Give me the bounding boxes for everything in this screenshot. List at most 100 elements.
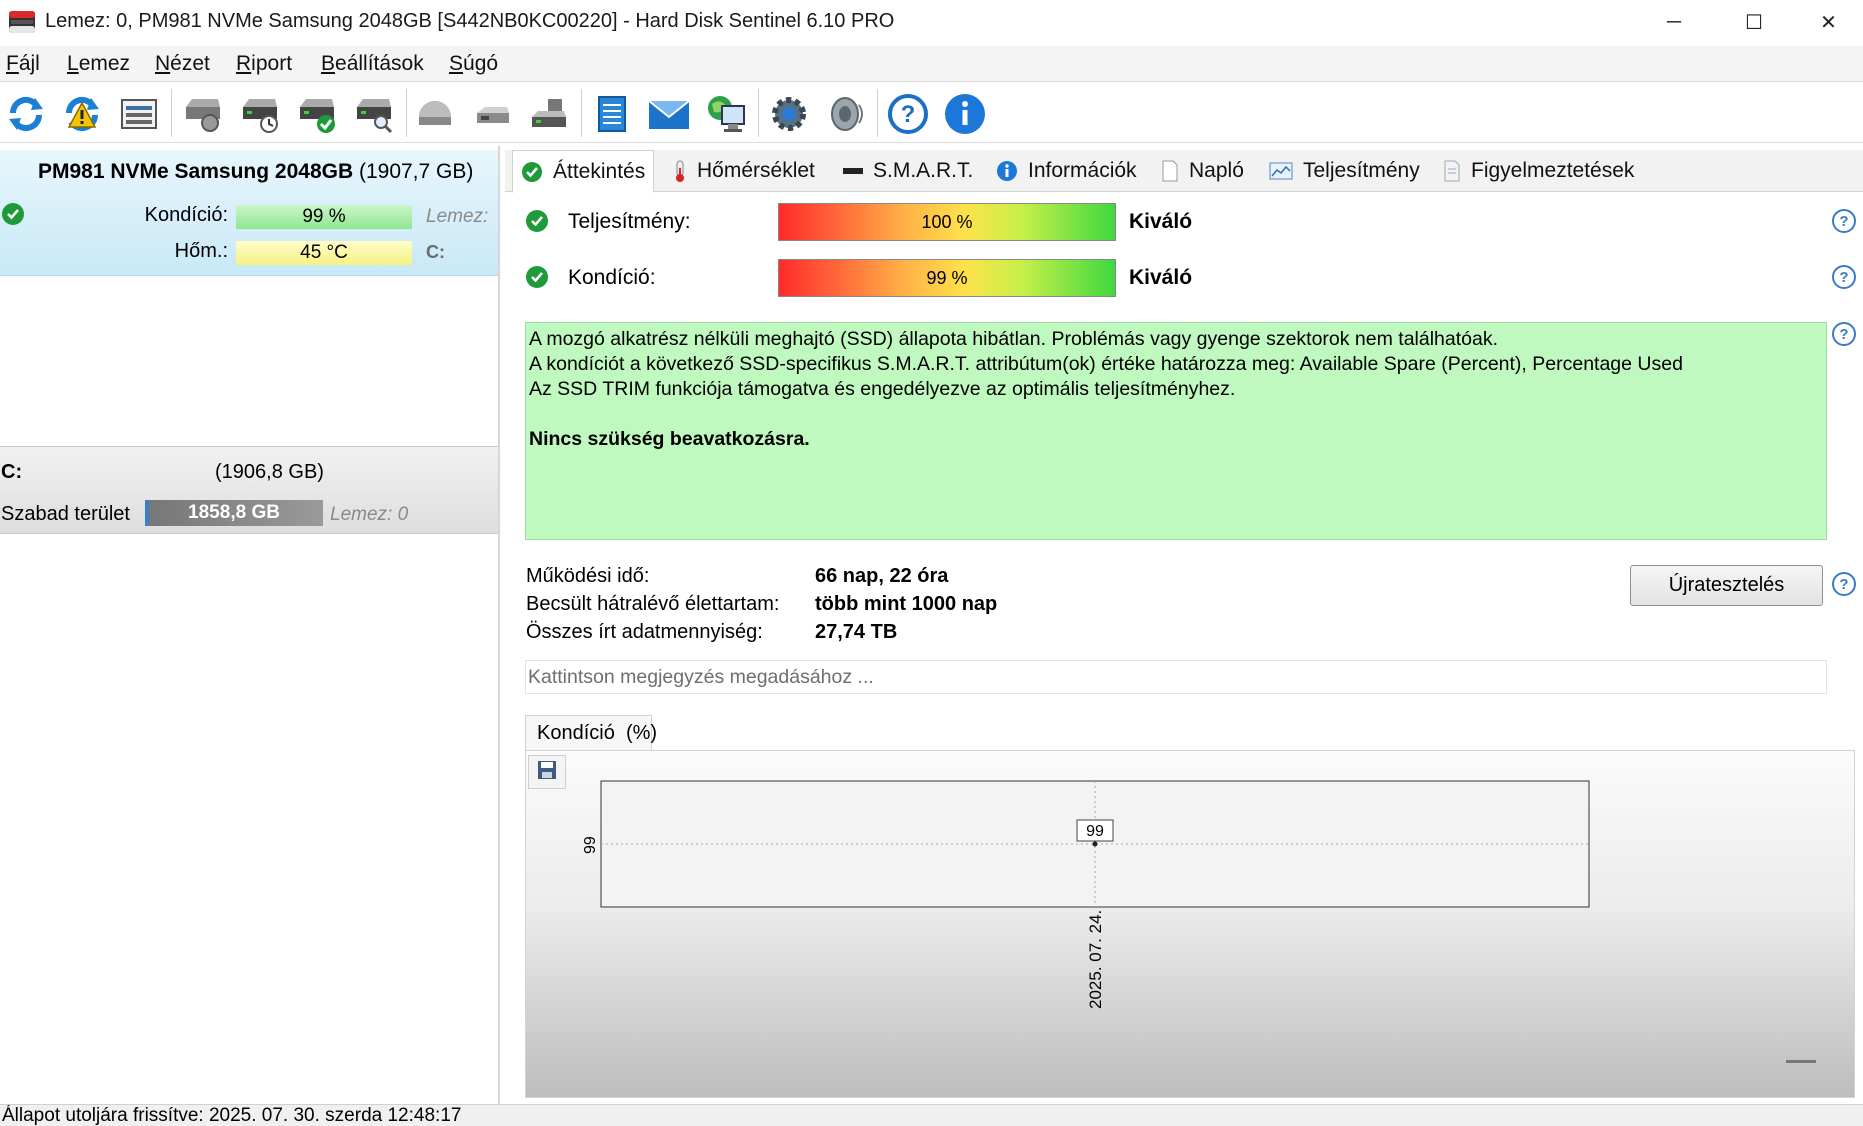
- data-point: [1092, 841, 1098, 847]
- details-panel: Áttekintés Hőmérséklet S.M.A.R.T. Inform…: [505, 146, 1863, 1104]
- alerts-icon: [1443, 160, 1461, 182]
- menu-file[interactable]: Fájl: [6, 52, 40, 76]
- tab-information[interactable]: Információk: [988, 150, 1145, 192]
- status-ok-icon: [2, 203, 24, 225]
- y-tick-label: 99: [582, 836, 599, 854]
- menu-bar: Fájl Lemez Nézet Riport Beállítások Súgó: [0, 46, 1863, 82]
- title-bar: Lemez: 0, PM981 NVMe Samsung 2048GB [S44…: [0, 0, 1863, 44]
- chart-resize-grip[interactable]: [1786, 1060, 1816, 1063]
- toolbar-separator: [406, 89, 407, 137]
- toolbar: ?: [0, 83, 1863, 143]
- maximize-button[interactable]: ☐: [1714, 0, 1794, 44]
- performance-bar: 100 %: [778, 203, 1116, 241]
- lifetime-label: Becsült hátralévő élettartam:: [526, 593, 780, 615]
- status-action: Nincs szükség beavatkozásra.: [529, 428, 810, 450]
- health-chart: 99 2025. 07. 24. 99: [525, 750, 1855, 1098]
- disk-schedule-icon[interactable]: [235, 89, 285, 139]
- partition-letter: C:: [1, 461, 23, 483]
- free-space-label: Szabad terület: [1, 503, 130, 525]
- status-help-icon[interactable]: ?: [1832, 322, 1856, 346]
- uptime-label: Működési idő:: [526, 565, 650, 587]
- performance-help-icon[interactable]: ?: [1832, 209, 1856, 233]
- lifetime-value: több mint 1000 nap: [815, 593, 998, 615]
- maximize-icon: ☐: [1745, 11, 1763, 34]
- health-label: Kondíció:: [144, 204, 228, 226]
- status-line: A kondíciót a következő SSD-specifikus S…: [529, 353, 1683, 375]
- last-refresh-text: Állapot utoljára frissítve: 2025. 07. 30…: [2, 1105, 462, 1126]
- x-tick-label: 2025. 07. 24.: [1086, 910, 1105, 1009]
- performance-icon: [1269, 162, 1293, 180]
- health-label: Kondíció:: [568, 266, 656, 289]
- help-icon[interactable]: ?: [883, 89, 933, 139]
- status-spacer: [529, 402, 1823, 427]
- retest-help-icon[interactable]: ?: [1832, 572, 1856, 596]
- chart-canvas: 99 2025. 07. 24. 99: [582, 780, 1590, 1009]
- written-value: 27,74 TB: [815, 621, 898, 643]
- performance-ok-icon: [526, 210, 548, 232]
- app-icon: [8, 9, 36, 35]
- status-bar: Állapot utoljára frissítve: 2025. 07. 30…: [0, 1104, 1863, 1126]
- retest-button[interactable]: Újratesztelés: [1630, 565, 1823, 606]
- disk-settings-icon[interactable]: [178, 89, 228, 139]
- toolbar-separator: [758, 89, 759, 137]
- status-line: Az SSD TRIM funkciója támogatva és enged…: [529, 378, 1236, 400]
- health-rating: Kiváló: [1129, 266, 1193, 289]
- close-icon: ✕: [1820, 11, 1837, 34]
- menu-report[interactable]: Riport: [236, 52, 292, 76]
- disk-ref-label: Lemez:: [426, 206, 489, 227]
- toolbar-separator: [581, 89, 582, 137]
- menu-disk[interactable]: Lemez: [67, 52, 130, 76]
- note-input[interactable]: Kattintson megjegyzés megadásához ...: [525, 660, 1827, 694]
- tab-bar: Áttekintés Hőmérséklet S.M.A.R.T. Inform…: [505, 150, 1863, 193]
- svg-text:?: ?: [901, 101, 916, 128]
- disk-ok-icon[interactable]: [292, 89, 342, 139]
- ok-icon: [521, 161, 543, 183]
- smart-icon: [843, 166, 863, 176]
- minimize-icon: ─: [1666, 10, 1682, 33]
- health-bar: 99 %: [778, 259, 1116, 297]
- toolbar-separator: [877, 89, 878, 137]
- tab-smart[interactable]: S.M.A.R.T.: [835, 150, 981, 192]
- menu-settings[interactable]: Beállítások: [321, 52, 424, 76]
- minimize-button[interactable]: ─: [1634, 0, 1714, 44]
- disk-list-icon[interactable]: [114, 89, 164, 139]
- temperature-bar: 45 °C: [236, 241, 412, 265]
- about-icon[interactable]: [940, 89, 990, 139]
- tab-temperature[interactable]: Hőmérséklet: [665, 150, 823, 192]
- email-icon[interactable]: [644, 89, 694, 139]
- partition-disk-ref: Lemez: 0: [330, 504, 409, 525]
- partition-size: (1906,8 GB): [215, 461, 324, 483]
- tab-log[interactable]: Napló: [1153, 150, 1252, 192]
- chart-tab-health[interactable]: Kondíció (%): [525, 715, 657, 751]
- disk-name: PM981 NVMe Samsung 2048GB (1907,7 GB): [38, 160, 474, 183]
- disk-surface-icon[interactable]: [410, 89, 460, 139]
- close-button[interactable]: ✕: [1794, 0, 1863, 44]
- toolbar-separator: [171, 89, 172, 137]
- status-line: A mozgó alkatrész nélküli meghajtó (SSD)…: [529, 328, 1499, 350]
- info-icon: [996, 160, 1018, 182]
- network-icon[interactable]: [701, 89, 751, 139]
- uptime-value: 66 nap, 22 óra: [815, 565, 949, 587]
- health-help-icon[interactable]: ?: [1832, 265, 1856, 289]
- tab-overview[interactable]: Áttekintés: [512, 150, 655, 193]
- disk-search-icon[interactable]: [349, 89, 399, 139]
- report-icon[interactable]: [587, 89, 637, 139]
- sound-icon[interactable]: [821, 89, 871, 139]
- disk-tool-icon[interactable]: [467, 89, 517, 139]
- refresh-warning-icon[interactable]: [57, 89, 107, 139]
- tab-alerts[interactable]: Figyelmeztetések: [1435, 150, 1642, 192]
- data-label: 99: [1086, 823, 1104, 840]
- menu-help[interactable]: Súgó: [449, 52, 498, 76]
- performance-rating: Kiváló: [1129, 210, 1193, 233]
- partition-entry[interactable]: C: (1906,8 GB) Szabad terület 1858,8 GB …: [0, 446, 498, 534]
- window-title: Lemez: 0, PM981 NVMe Samsung 2048GB [S44…: [45, 10, 895, 32]
- disk-entry[interactable]: PM981 NVMe Samsung 2048GB (1907,7 GB) Ko…: [0, 150, 498, 276]
- settings-icon[interactable]: [764, 89, 814, 139]
- drive-letter: C:: [426, 242, 445, 262]
- menu-view[interactable]: Nézet: [155, 52, 210, 76]
- tab-performance[interactable]: Teljesítmény: [1261, 150, 1428, 192]
- disk-test-icon[interactable]: [524, 89, 574, 139]
- refresh-icon[interactable]: [1, 89, 51, 139]
- health-ok-icon: [526, 266, 548, 288]
- temperature-label: Hőm.:: [174, 240, 228, 262]
